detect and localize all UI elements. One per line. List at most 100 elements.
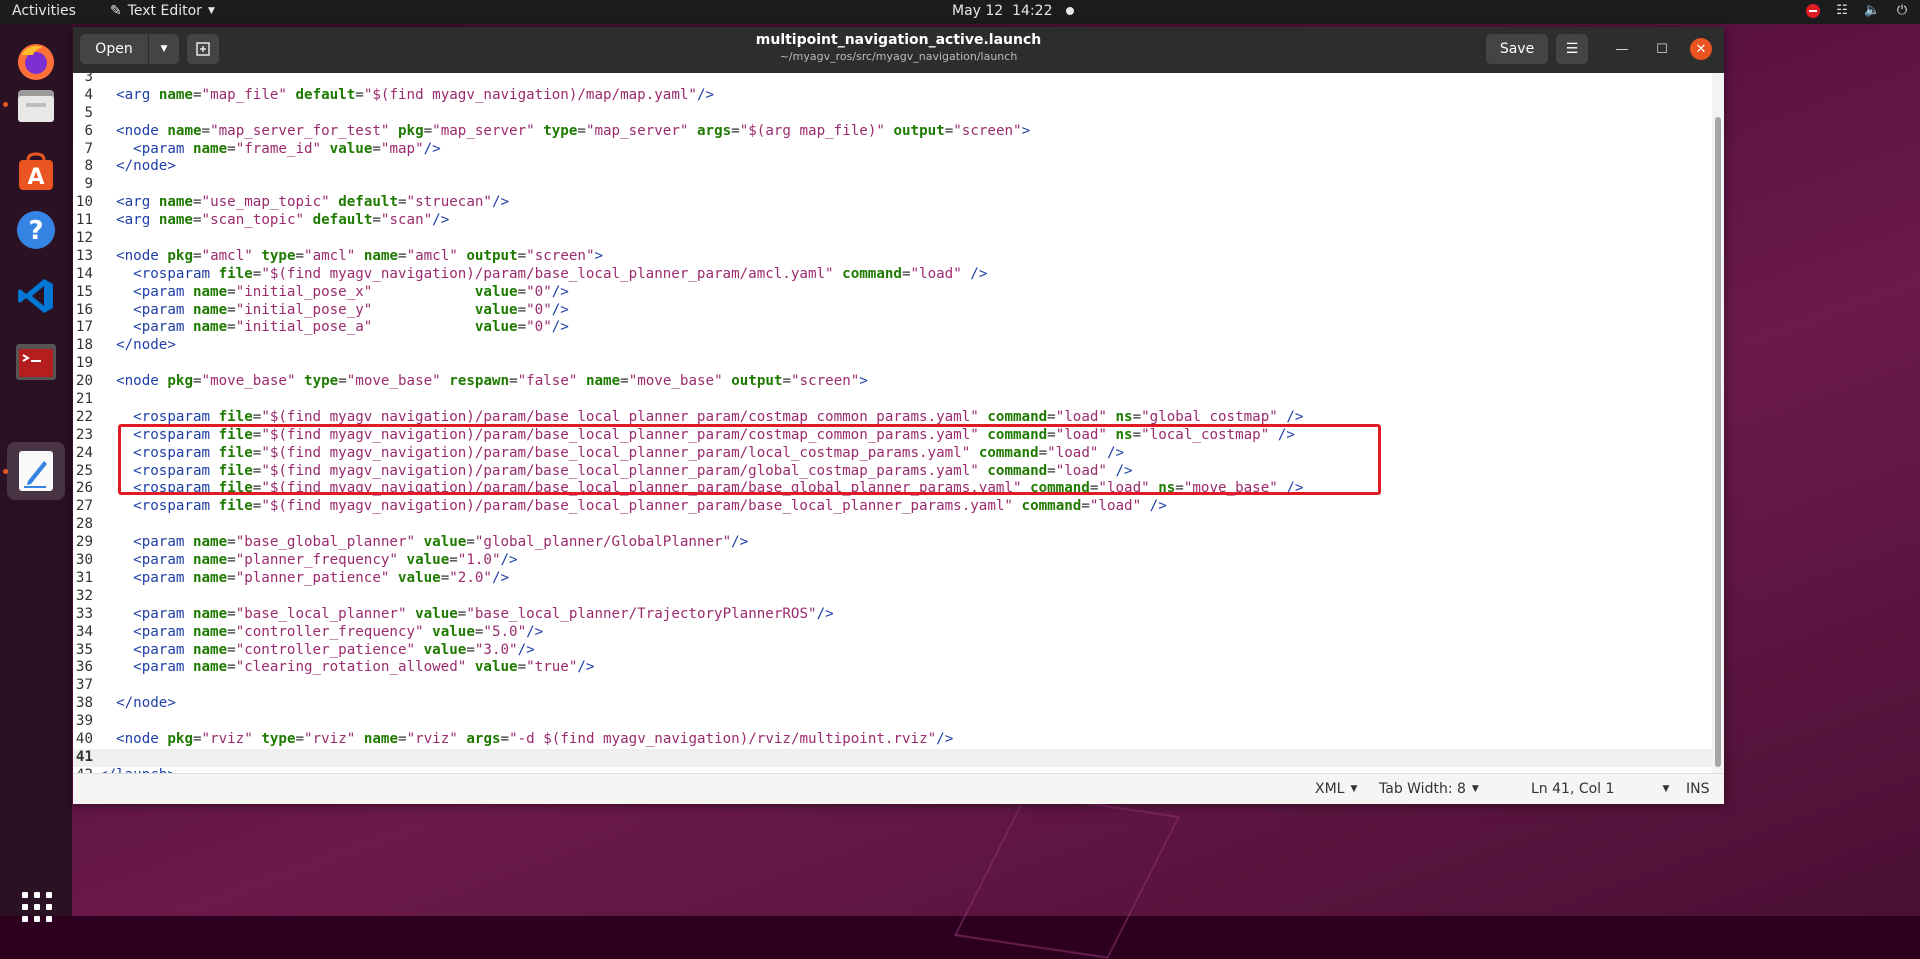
code-line[interactable]: 22 <rosparam file="$(find myagv_navigati…: [73, 409, 1712, 427]
do-not-disturb-icon[interactable]: [1806, 4, 1820, 18]
line-number: 29: [75, 534, 93, 551]
line-number: 15: [75, 283, 93, 300]
svg-text:A: A: [27, 165, 44, 190]
line-text: <param name="base_global_planner" value=…: [133, 534, 749, 551]
code-line[interactable]: 31 <param name="planner_patience" value=…: [73, 570, 1712, 588]
code-line[interactable]: 8 </node>: [73, 158, 1712, 176]
code-line[interactable]: 15 <param name="initial_pose_x" value="0…: [73, 284, 1712, 302]
maximize-button[interactable]: ☐: [1651, 38, 1673, 60]
code-line[interactable]: 13 <node pkg="amcl" type="amcl" name="am…: [73, 248, 1712, 266]
code-line[interactable]: 20 <node pkg="move_base" type="move_base…: [73, 373, 1712, 391]
network-icon[interactable]: ☷: [1834, 3, 1850, 19]
line-text: <node pkg="rviz" type="rviz" name="rviz"…: [116, 730, 954, 747]
activities-button[interactable]: Activities: [12, 3, 76, 19]
code-line[interactable]: 6 <node name="map_server_for_test" pkg="…: [73, 123, 1712, 141]
cursor-position-selector[interactable]: Ln 41, Col 1 ▼: [1531, 781, 1669, 797]
code-line[interactable]: 40 <node pkg="rviz" type="rviz" name="rv…: [73, 731, 1712, 749]
tab-width-selector[interactable]: Tab Width: 8 ▼: [1379, 781, 1479, 797]
line-number: 28: [75, 516, 93, 533]
line-text: <rosparam file="$(find myagv_navigation)…: [133, 498, 1167, 515]
code-line[interactable]: 36 <param name="clearing_rotation_allowe…: [73, 659, 1712, 677]
code-line[interactable]: 26 <rosparam file="$(find myagv_navigati…: [73, 480, 1712, 498]
dock-terminal[interactable]: [12, 338, 60, 386]
code-line[interactable]: 33 <param name="base_local_planner" valu…: [73, 606, 1712, 624]
chevron-down-icon: ▼: [1662, 784, 1670, 794]
code-line[interactable]: 3: [73, 73, 1712, 87]
line-number: 5: [84, 104, 93, 121]
dock-software[interactable]: A: [12, 148, 60, 196]
vertical-scrollbar[interactable]: [1712, 73, 1724, 773]
code-line[interactable]: 32: [73, 588, 1712, 606]
dock-text-editor[interactable]: [7, 442, 65, 500]
line-text: <param name="initial_pose_y" value="0"/>: [133, 301, 569, 318]
code-line[interactable]: 17 <param name="initial_pose_a" value="0…: [73, 319, 1712, 337]
line-text: </node>: [116, 337, 176, 354]
code-line[interactable]: 12: [73, 230, 1712, 248]
line-number: 30: [75, 552, 93, 569]
top-bar: Activities ✎ Text Editor ▼ May 12 14:22 …: [0, 0, 1920, 24]
line-text: <node pkg="move_base" type="move_base" r…: [116, 373, 868, 390]
code-line[interactable]: 24 <rosparam file="$(find myagv_navigati…: [73, 445, 1712, 463]
line-text: <arg name="map_file" default="$(find mya…: [116, 86, 715, 103]
code-line[interactable]: 39: [73, 713, 1712, 731]
code-line[interactable]: 21: [73, 391, 1712, 409]
code-line[interactable]: 27 <rosparam file="$(find myagv_navigati…: [73, 498, 1712, 516]
save-button[interactable]: Save: [1486, 34, 1548, 64]
running-indicator: [3, 102, 8, 107]
code-line[interactable]: 23 <rosparam file="$(find myagv_navigati…: [73, 427, 1712, 445]
line-text: <param name="base_local_planner" value="…: [133, 605, 834, 622]
line-number: 26: [75, 480, 93, 497]
insert-mode-indicator[interactable]: INS: [1686, 781, 1710, 797]
code-line[interactable]: 41: [73, 748, 1712, 767]
code-line[interactable]: 11 <arg name="scan_topic" default="scan"…: [73, 212, 1712, 230]
code-line[interactable]: 10 <arg name="use_map_topic" default="st…: [73, 194, 1712, 212]
close-button[interactable]: ✕: [1690, 38, 1712, 60]
line-text: <rosparam file="$(find myagv_navigation)…: [133, 426, 1295, 443]
code-line[interactable]: 30 <param name="planner_frequency" value…: [73, 552, 1712, 570]
line-number: 36: [75, 659, 93, 676]
app-menu[interactable]: ✎ Text Editor ▼: [110, 3, 215, 19]
line-number: 38: [75, 695, 93, 712]
minimize-button[interactable]: —: [1611, 38, 1633, 60]
line-number: 11: [75, 212, 93, 229]
line-text: </node>: [116, 695, 176, 712]
code-line[interactable]: 4 <arg name="map_file" default="$(find m…: [73, 87, 1712, 105]
line-number: 16: [75, 301, 93, 318]
scrollbar-thumb[interactable]: [1715, 117, 1721, 767]
code-line[interactable]: 35 <param name="controller_patience" val…: [73, 642, 1712, 660]
code-line[interactable]: 16 <param name="initial_pose_y" value="0…: [73, 302, 1712, 320]
menu-button[interactable]: ☰: [1556, 34, 1588, 64]
line-text: <arg name="scan_topic" default="scan"/>: [116, 212, 450, 229]
code-line[interactable]: 25 <rosparam file="$(find myagv_navigati…: [73, 463, 1712, 481]
code-line[interactable]: 7 <param name="frame_id" value="map"/>: [73, 141, 1712, 159]
line-number: 8: [84, 158, 93, 175]
code-line[interactable]: 28: [73, 516, 1712, 534]
code-line[interactable]: 34 <param name="controller_frequency" va…: [73, 624, 1712, 642]
code-line[interactable]: 19: [73, 355, 1712, 373]
code-line[interactable]: 9: [73, 176, 1712, 194]
text-editor-area[interactable]: 34 <arg name="map_file" default="$(find …: [73, 73, 1724, 773]
line-text: <param name="planner_patience" value="2.…: [133, 569, 510, 586]
code-line[interactable]: 18 </node>: [73, 337, 1712, 355]
code-line[interactable]: 38 </node>: [73, 695, 1712, 713]
system-tray[interactable]: ☷ 🔈 ⏻: [1806, 3, 1910, 19]
code-line[interactable]: 5: [73, 105, 1712, 123]
line-number: 21: [75, 391, 93, 408]
dock-help[interactable]: ?: [12, 206, 60, 254]
code-line[interactable]: 14 <rosparam file="$(find myagv_navigati…: [73, 266, 1712, 284]
dock-files[interactable]: [12, 82, 60, 130]
dock-vscode[interactable]: [12, 272, 60, 320]
line-number: 25: [75, 462, 93, 479]
code-line[interactable]: 37: [73, 677, 1712, 695]
vscode-icon: [18, 279, 53, 313]
volume-icon[interactable]: 🔈: [1864, 3, 1880, 19]
text-editor-small-icon: ✎: [110, 3, 122, 19]
line-text: <arg name="use_map_topic" default="strue…: [116, 194, 510, 211]
dock-firefox[interactable]: [12, 38, 60, 86]
show-applications-icon[interactable]: [22, 892, 52, 922]
code-line[interactable]: 29 <param name="base_global_planner" val…: [73, 534, 1712, 552]
power-icon[interactable]: ⏻: [1894, 3, 1910, 19]
language-selector[interactable]: XML ▼: [1315, 781, 1357, 797]
code-lines[interactable]: 34 <arg name="map_file" default="$(find …: [73, 73, 1712, 773]
clock[interactable]: May 12 14:22: [952, 3, 1075, 19]
